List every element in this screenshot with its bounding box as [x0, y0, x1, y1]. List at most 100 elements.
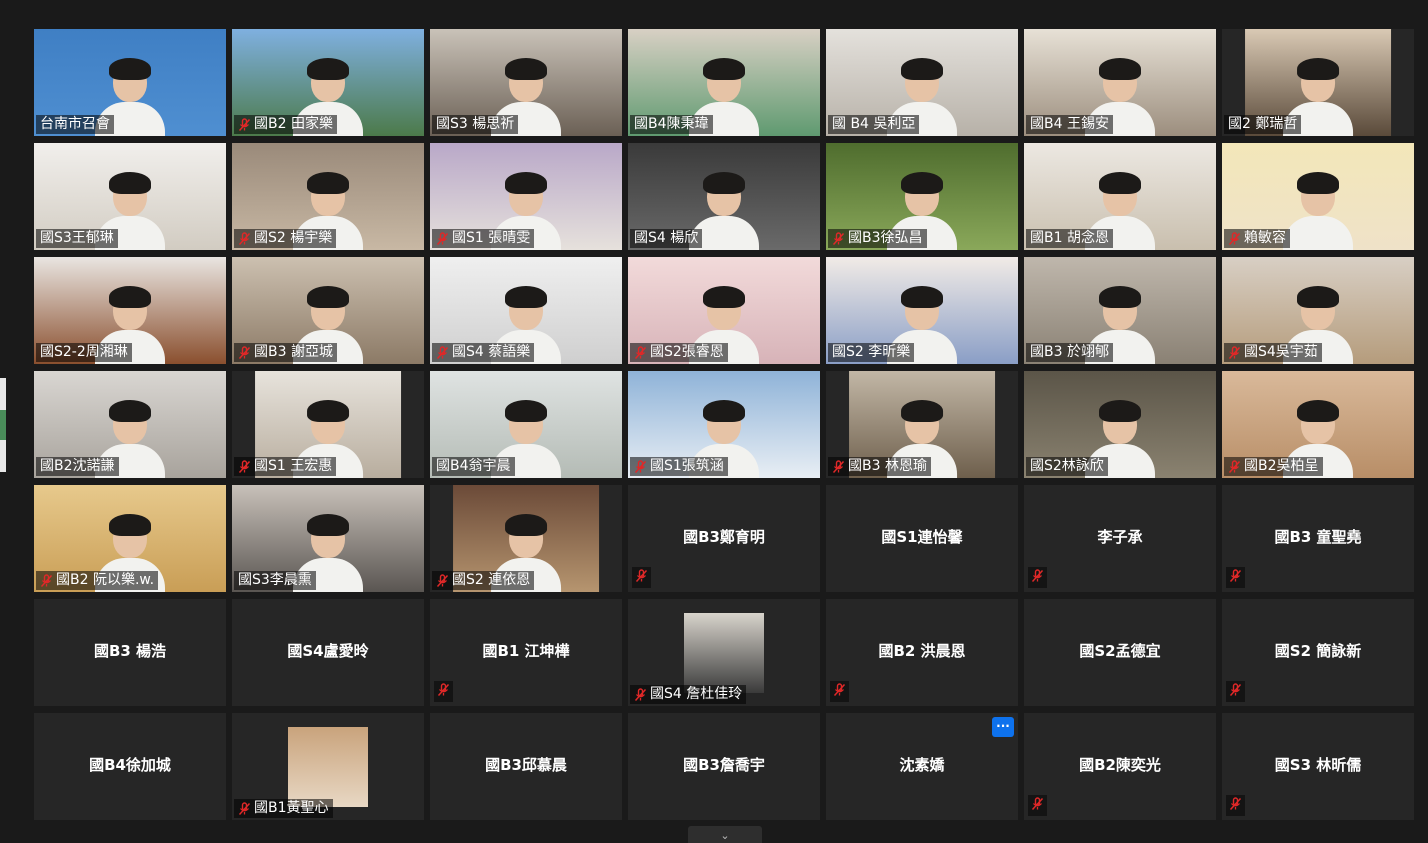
- participant-silhouette: [1283, 172, 1353, 250]
- participant-name-tag: 國S2-2周湘琳: [36, 343, 132, 362]
- participant-tile[interactable]: 國B2沈諾謙: [34, 371, 226, 478]
- participant-tile[interactable]: 國S3 林昕儒: [1222, 713, 1414, 820]
- participant-name: 國 B4 吳利亞: [832, 116, 916, 132]
- participant-tile[interactable]: 國B3 林恩瑜: [826, 371, 1018, 478]
- participant-name-tag: 國S4 詹杜佳玲: [630, 685, 747, 704]
- muted-microphone-icon: [634, 459, 647, 474]
- participant-tile[interactable]: 國B2吳柏呈: [1222, 371, 1414, 478]
- participant-tile[interactable]: 國S4盧愛昤: [232, 599, 424, 706]
- zoom-gallery-view: 台南市召會 國B2 田家樂 國S3 楊思祈 國B4陳秉瑋 國 B4 吳利亞 國B4 王錫安…: [0, 0, 1428, 843]
- muted-microphone-icon: [832, 231, 845, 246]
- participant-tile[interactable]: 國S1 王宏惠: [232, 371, 424, 478]
- participant-name: 國B3 謝亞城: [254, 344, 333, 360]
- participant-tile[interactable]: 國S1張筑涵: [628, 371, 820, 478]
- participant-name: 國S2 李昕樂: [832, 344, 911, 360]
- participant-name: 國B3 楊浩: [93, 642, 167, 660]
- participant-tile[interactable]: 國S1 張晴雯: [430, 143, 622, 250]
- participant-tile[interactable]: 國B3詹喬宇: [628, 713, 820, 820]
- participant-name-tag: 國S1 王宏惠: [234, 457, 337, 476]
- muted-microphone-icon: [1228, 459, 1241, 474]
- participant-tile[interactable]: 國S4 楊欣: [628, 143, 820, 250]
- participant-name-tag: 國B2沈諾謙: [36, 457, 119, 476]
- participant-tile[interactable]: 國S2 楊宇樂: [232, 143, 424, 250]
- participant-tile[interactable]: 國S2孟德宜: [1024, 599, 1216, 706]
- participant-name: 國B4徐加城: [89, 756, 171, 774]
- participant-tile[interactable]: 沈素嬌 ···: [826, 713, 1018, 820]
- participant-tile[interactable]: 國S4 蔡語樂: [430, 257, 622, 364]
- muted-microphone-icon: [40, 573, 53, 588]
- participant-tile[interactable]: 國B3邱慕晨: [430, 713, 622, 820]
- participant-tile[interactable]: 國B3 楊浩: [34, 599, 226, 706]
- participant-tile[interactable]: 國B4陳秉瑋: [628, 29, 820, 136]
- muted-microphone-icon: [238, 231, 251, 246]
- participant-tile[interactable]: 台南市召會: [34, 29, 226, 136]
- participant-tile[interactable]: 國S1連怡馨: [826, 485, 1018, 592]
- participant-name-tag: 國S2 李昕樂: [828, 343, 915, 362]
- participant-tile[interactable]: 國S2 連依恩: [430, 485, 622, 592]
- participant-tile[interactable]: 賴敏容: [1222, 143, 1414, 250]
- participant-name: 國S4 楊欣: [634, 230, 699, 246]
- participant-name-tag: 國S4 蔡語樂: [432, 343, 535, 362]
- participant-tile[interactable]: 國S2 李昕樂: [826, 257, 1018, 364]
- participant-tile[interactable]: 國 B4 吳利亞: [826, 29, 1018, 136]
- participant-name: 國B4陳秉瑋: [634, 116, 709, 132]
- muted-microphone-icon: [436, 231, 449, 246]
- participant-grid: 台南市召會 國B2 田家樂 國S3 楊思祈 國B4陳秉瑋 國 B4 吳利亞 國B4 王錫安…: [34, 29, 1414, 820]
- participant-tile[interactable]: 國B1黃聖心: [232, 713, 424, 820]
- participant-tile[interactable]: 國S3李晨熏: [232, 485, 424, 592]
- participant-name-tag: 國B1 胡念恩: [1026, 229, 1113, 248]
- muted-microphone-icon: [238, 345, 251, 360]
- participant-name: 國B2 阮以樂.w.: [56, 572, 155, 588]
- participant-name-tag: 國S3 楊思祈: [432, 115, 519, 134]
- participant-tile[interactable]: 國B2 洪晨恩: [826, 599, 1018, 706]
- muted-microphone-icon: [1028, 567, 1047, 588]
- participant-name-tag: 國B2吳柏呈: [1224, 457, 1323, 476]
- participant-tile[interactable]: 國B4 王錫安: [1024, 29, 1216, 136]
- participant-tile[interactable]: 李子承: [1024, 485, 1216, 592]
- participant-tile[interactable]: 國S2 簡詠新: [1222, 599, 1414, 706]
- participant-tile[interactable]: 國B4徐加城: [34, 713, 226, 820]
- participant-tile[interactable]: 國B2陳奕光: [1024, 713, 1216, 820]
- participant-tile[interactable]: 國B2 田家樂: [232, 29, 424, 136]
- muted-microphone-icon: [832, 459, 845, 474]
- participant-name: 國S3王郁琳: [40, 230, 114, 246]
- muted-microphone-icon: [1228, 345, 1241, 360]
- participant-tile[interactable]: 國B3 謝亞城: [232, 257, 424, 364]
- participant-tile[interactable]: 國S2-2周湘琳: [34, 257, 226, 364]
- toolbar-toggle-button[interactable]: ⌄: [688, 826, 762, 843]
- participant-tile[interactable]: 國S3 楊思祈: [430, 29, 622, 136]
- participant-tile[interactable]: 國B3鄭育明: [628, 485, 820, 592]
- participant-name: 國S4吳宇茹: [1244, 344, 1318, 360]
- muted-microphone-icon: [238, 117, 251, 132]
- participant-name-tag: 國B3 林恩瑜: [828, 457, 931, 476]
- participant-more-options-button[interactable]: ···: [992, 717, 1014, 737]
- participant-name: 國S1 張晴雯: [452, 230, 531, 246]
- participant-tile[interactable]: 國B3 於翊郇: [1024, 257, 1216, 364]
- participant-name: 國B3 童聖堯: [1274, 528, 1362, 546]
- participant-tile[interactable]: 國B3 童聖堯: [1222, 485, 1414, 592]
- participant-tile[interactable]: 國2 鄭瑞哲: [1222, 29, 1414, 136]
- muted-microphone-icon: [632, 567, 651, 588]
- participant-tile[interactable]: 國B1 江坤樺: [430, 599, 622, 706]
- participant-tile[interactable]: 國B4翁宇晨: [430, 371, 622, 478]
- participant-name-tag: 國 B4 吳利亞: [828, 115, 920, 134]
- muted-microphone-icon: [238, 459, 251, 474]
- participant-name-tag: 國S1 張晴雯: [432, 229, 535, 248]
- participant-tile[interactable]: 國S3王郁琳: [34, 143, 226, 250]
- participant-name-tag: 台南市召會: [36, 115, 114, 134]
- participant-tile[interactable]: 國B2 阮以樂.w.: [34, 485, 226, 592]
- participant-tile[interactable]: 國S4吳宇茹: [1222, 257, 1414, 364]
- participant-tile[interactable]: 國S2林詠欣: [1024, 371, 1216, 478]
- participant-name: 國B3鄭育明: [683, 528, 765, 546]
- participant-name: 國B2 田家樂: [254, 116, 333, 132]
- participant-name: 賴敏容: [1244, 230, 1286, 246]
- participant-name: 國S4 詹杜佳玲: [650, 686, 743, 702]
- participant-name: 國B1黃聖心: [254, 800, 329, 816]
- participant-name-tag: 國S2 連依恩: [432, 571, 535, 590]
- participant-name: 國S1 王宏惠: [254, 458, 333, 474]
- participant-tile[interactable]: 國B1 胡念恩: [1024, 143, 1216, 250]
- participant-tile[interactable]: 國S2張睿恩: [628, 257, 820, 364]
- participant-name-tag: 國S1張筑涵: [630, 457, 728, 476]
- participant-tile[interactable]: 國S4 詹杜佳玲: [628, 599, 820, 706]
- participant-tile[interactable]: 國B3徐弘昌: [826, 143, 1018, 250]
